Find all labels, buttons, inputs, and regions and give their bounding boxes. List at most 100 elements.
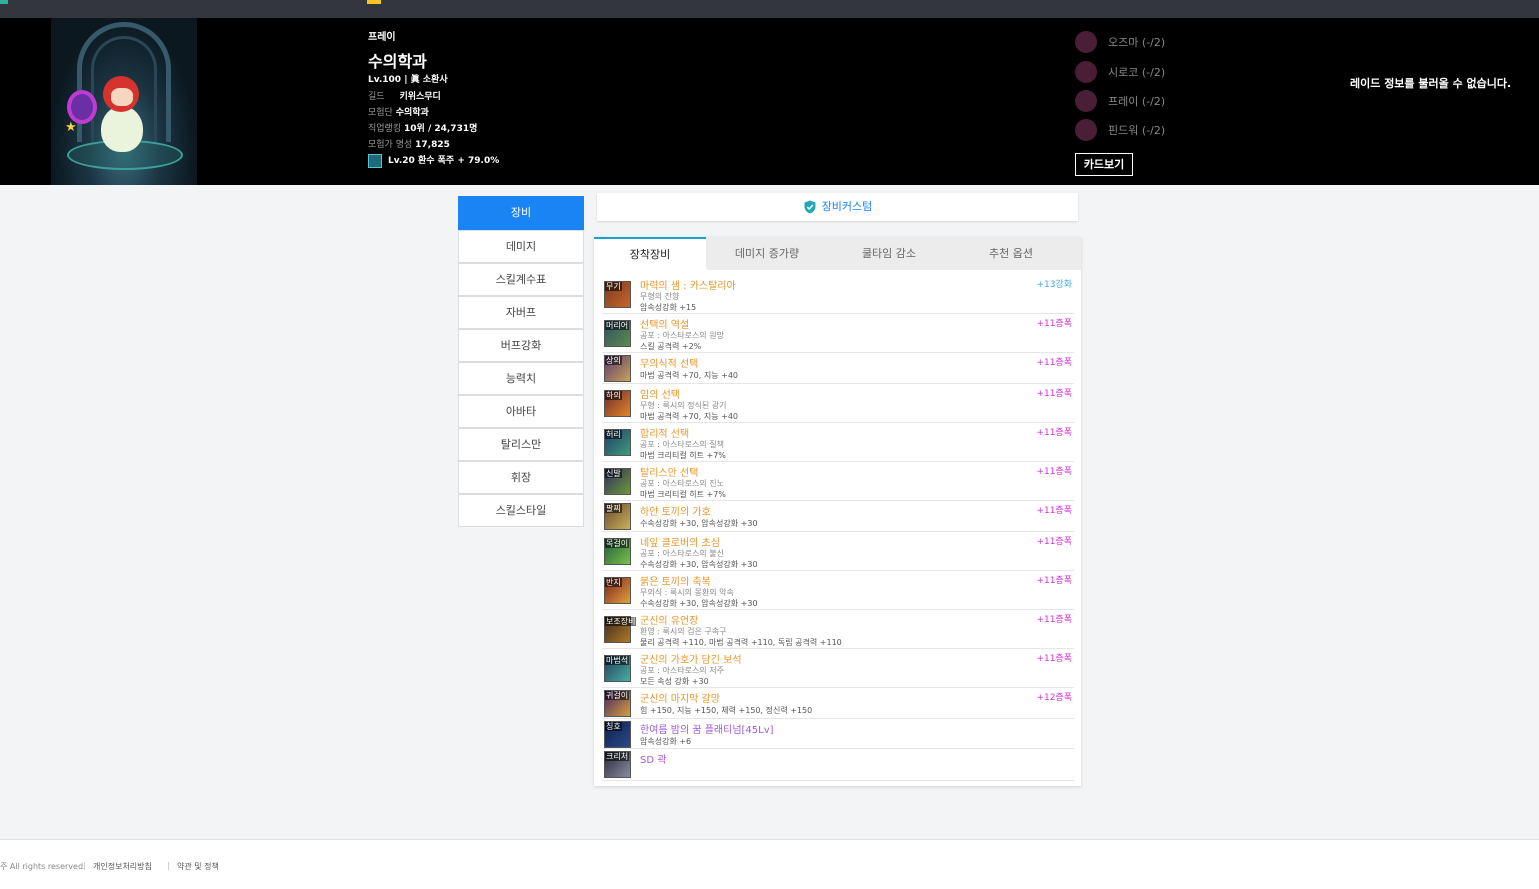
- item-name[interactable]: 한여름 밤의 꿈 플래티넘[45Lv]: [640, 721, 774, 736]
- tab-recommend[interactable]: 추천 옵션: [950, 237, 1072, 270]
- item-name[interactable]: 군신의 가호가 담긴 보석: [640, 651, 742, 666]
- item-name[interactable]: 네잎 클로버의 초심: [640, 534, 720, 549]
- nav-item-avatar[interactable]: 아바타: [458, 395, 584, 428]
- equipment-custom-button[interactable]: 장비커스텀: [597, 193, 1078, 221]
- item-option: 공포 : 아스타로스의 질책: [640, 440, 724, 449]
- item-name[interactable]: 군신의 유언장: [640, 612, 698, 627]
- sub-equipment-icon: 보조장비: [604, 616, 637, 643]
- equipment-row[interactable]: 크리처 SD 곽: [602, 749, 1074, 781]
- item-stat: 수속성강화 +30, 암속성강화 +30: [640, 560, 758, 569]
- nav-item-self-buff[interactable]: 자버프: [458, 296, 584, 329]
- character-image: ★: [51, 18, 197, 185]
- equipment-row[interactable]: 반지 붉은 토끼의 축복 무의식 : 룩시의 몽환의 악속 수속성강화 +30,…: [602, 571, 1074, 610]
- item-name[interactable]: 무의식적 선택: [640, 355, 698, 370]
- raid-item: 핀드워 (-/2): [1075, 118, 1215, 142]
- item-stat: 스킬 공격력 +2%: [640, 342, 702, 351]
- nav-item-skill-style[interactable]: 스킬스타일: [458, 494, 584, 527]
- item-name[interactable]: 선택의 역설: [640, 316, 689, 331]
- item-stat: 힘 +150, 지능 +150, 체력 +150, 정신력 +150: [640, 706, 813, 715]
- item-name[interactable]: 군신의 마지막 갈망: [640, 690, 720, 705]
- raid-label: 시로코 (-/2): [1108, 66, 1166, 79]
- raid-label: 프레이 (-/2): [1108, 95, 1166, 108]
- view-card-button[interactable]: 카드보기: [1075, 153, 1133, 176]
- equipment-row[interactable]: 보조장비 군신의 유언장 환영 : 룩시의 검은 구속구 물리 공격력 +110…: [602, 610, 1074, 649]
- item-stat: 마법 크리티컬 히트 +7%: [640, 451, 726, 460]
- title-icon: 칭호: [604, 721, 631, 748]
- nav-item-emblem[interactable]: 휘장: [458, 461, 584, 494]
- item-name[interactable]: 하얀 토끼의 가호: [640, 503, 711, 518]
- item-name[interactable]: SD 곽: [640, 751, 666, 766]
- enchant-badge: +11증폭: [1036, 428, 1072, 438]
- item-stat: 모든 속성 강화 +30: [640, 677, 709, 686]
- magic-stone-icon: 마법석: [604, 655, 631, 682]
- slot-tag: 크리처: [605, 752, 630, 761]
- nav-item-stats[interactable]: 능력치: [458, 362, 584, 395]
- bracelet-icon: 팔찌: [604, 503, 631, 530]
- slot-tag: 상의: [605, 356, 622, 365]
- server-name: 프레이: [368, 32, 396, 43]
- equipment-row[interactable]: 신발 탈리스만 선택 공포 : 아스타로스의 진노 마법 크리티컬 히트 +7%…: [602, 462, 1074, 501]
- equipment-row[interactable]: 머리어 선택의 역설 공포 : 아스타로스의 원망 스킬 공격력 +2% +11…: [602, 314, 1074, 353]
- logo-icon[interactable]: [0, 0, 8, 4]
- adventure-name[interactable]: 수의학과: [396, 108, 429, 118]
- footer-divider: |: [83, 861, 86, 870]
- nav-item-equipment[interactable]: 장비: [458, 196, 584, 230]
- tab-cooldown[interactable]: 쿨타임 감소: [828, 237, 950, 270]
- item-name[interactable]: 탈리스만 선택: [640, 464, 698, 479]
- equipment-custom-label: 장비커스텀: [821, 200, 873, 213]
- tab-equipped[interactable]: 장착장비: [594, 237, 706, 270]
- item-option: 공포 : 아스타로스의 원망: [640, 331, 724, 340]
- enchant-badge: +11증폭: [1036, 576, 1072, 586]
- rank-value: 10위 / 24,731명: [404, 124, 478, 134]
- tab-damage-increase[interactable]: 데미지 증가량: [706, 237, 828, 270]
- nav-item-buff-enhance[interactable]: 버프강화: [458, 329, 584, 362]
- fame-label: 모험가 명성: [368, 140, 413, 150]
- item-stat: 수속성강화 +30, 암속성강화 +30: [640, 599, 758, 608]
- equipment-row[interactable]: 허리 합리적 선택 공포 : 아스타로스의 질책 마법 크리티컬 히트 +7% …: [602, 423, 1074, 462]
- enchant-badge: +11증폭: [1036, 615, 1072, 625]
- item-option: 공포 : 아스타로스의 불신: [640, 549, 724, 558]
- raid-avatar-icon: [1075, 31, 1097, 53]
- slot-tag: 무기: [605, 282, 622, 291]
- bottom-armor-icon: 하의: [604, 390, 631, 417]
- nav-highlight-icon[interactable]: [367, 0, 381, 4]
- equipment-row[interactable]: 하의 임의 선택 무형 : 룩시의 정식된 광기 마법 공격력 +70, 지능 …: [602, 384, 1074, 423]
- item-option: 공포 : 아스타로스의 진노: [640, 479, 724, 488]
- top-armor-icon: 상의: [604, 355, 631, 382]
- enchant-badge: +13강화: [1036, 280, 1072, 290]
- equipment-panel: 장착장비 데미지 증가량 쿨타임 감소 추천 옵션 무기 마력의 샘 : 카스탈…: [594, 237, 1081, 786]
- nav-item-talisman[interactable]: 탈리스만: [458, 428, 584, 461]
- earring-icon: 귀걸이: [604, 690, 631, 717]
- equipment-row[interactable]: 칭호 한여름 밤의 꿈 플래티넘[45Lv] 암속성강화 +6: [602, 719, 1074, 749]
- enchant-badge: +11증폭: [1036, 389, 1072, 399]
- equipment-row[interactable]: 무기 마력의 샘 : 카스탈리아 무형의 잔향 암속성강화 +15 +13강화: [602, 275, 1074, 314]
- equipment-row[interactable]: 목걸이 네잎 클로버의 초심 공포 : 아스타로스의 불신 수속성강화 +30,…: [602, 532, 1074, 571]
- enchant-badge: +11증폭: [1036, 506, 1072, 516]
- slot-tag: 팔찌: [605, 504, 622, 513]
- slot-tag: 보조장비: [605, 617, 637, 626]
- nav-item-damage[interactable]: 데미지: [458, 230, 584, 263]
- item-option: 무형 : 룩시의 정식된 광기: [640, 401, 727, 410]
- slot-tag: 칭호: [605, 722, 622, 731]
- star-icon: ★: [65, 120, 77, 135]
- ring-icon: 반지: [604, 577, 631, 604]
- guild-name[interactable]: 키위스무디: [399, 92, 440, 102]
- equipment-row[interactable]: 팔찌 하얀 토끼의 가호 수속성강화 +30, 암속성강화 +30 +11증폭: [602, 501, 1074, 532]
- nav-item-skill-table[interactable]: 스킬계수표: [458, 263, 584, 296]
- item-option: 환영 : 룩시의 검은 구속구: [640, 627, 727, 636]
- top-navbar: [0, 0, 1539, 18]
- footer: 주 All rights reserved. | 개인정보처리방침 | 약관 및…: [0, 839, 1539, 889]
- shoulder-icon: 머리어: [604, 320, 631, 347]
- item-name[interactable]: 합리적 선택: [640, 425, 689, 440]
- equipment-row[interactable]: 귀걸이 군신의 마지막 갈망 힘 +150, 지능 +150, 체력 +150,…: [602, 688, 1074, 719]
- adventure-line: 모험단 수의학과: [368, 105, 429, 118]
- item-name[interactable]: 붉은 토끼의 축복: [640, 573, 711, 588]
- enchant-badge: +11증폭: [1036, 537, 1072, 547]
- item-name[interactable]: 마력의 샘 : 카스탈리아: [640, 277, 736, 292]
- equipment-row[interactable]: 마법석 군신의 가호가 담긴 보석 공포 : 아스타로스의 저주 모든 속성 강…: [602, 649, 1074, 688]
- terms-link[interactable]: 약관 및 정책: [177, 861, 219, 872]
- shoes-icon: 신발: [604, 468, 631, 495]
- privacy-link[interactable]: 개인정보처리방침: [93, 861, 152, 872]
- equipment-row[interactable]: 상의 무의식적 선택 마법 공격력 +70, 지능 +40 +11증폭: [602, 353, 1074, 384]
- item-name[interactable]: 임의 선택: [640, 386, 680, 401]
